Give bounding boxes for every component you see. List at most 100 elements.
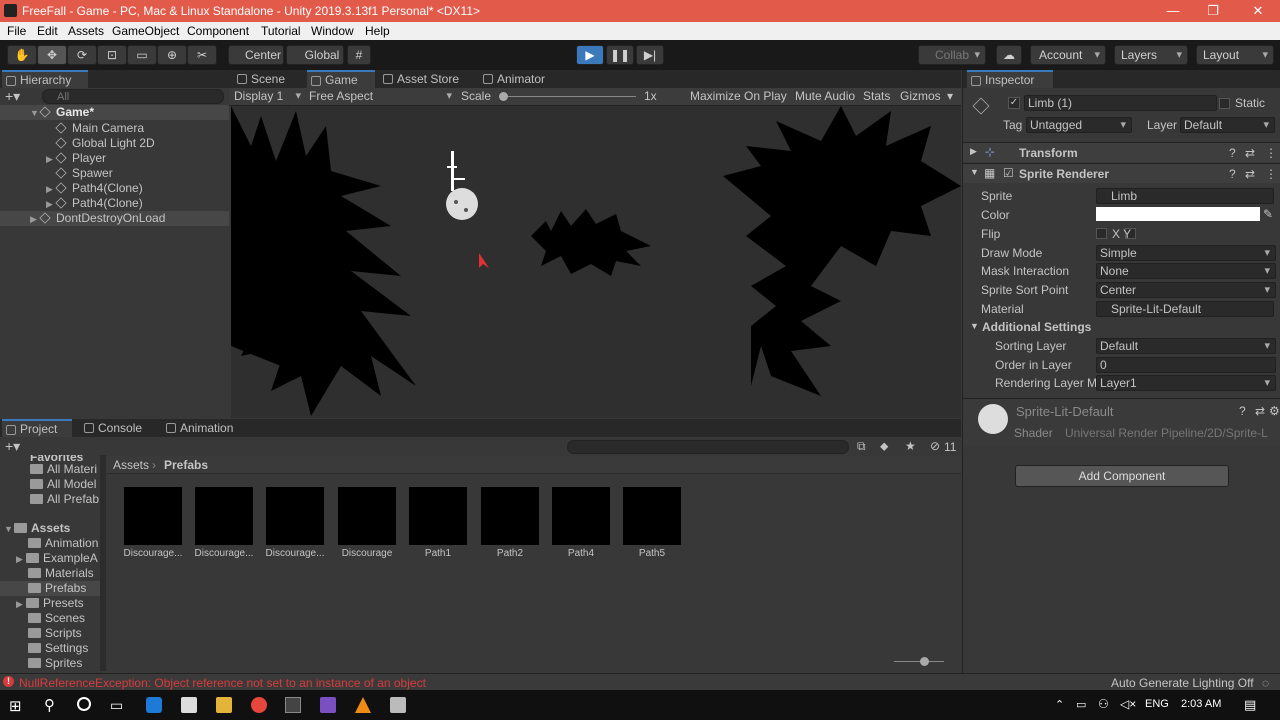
- tab-animator[interactable]: Animator: [479, 70, 559, 88]
- layer-dropdown[interactable]: Default: [1180, 117, 1275, 133]
- maximize-on-play-toggle[interactable]: Maximize On Play: [690, 89, 787, 103]
- folder-tree-scrollbar[interactable]: [100, 455, 106, 671]
- additional-settings-foldout[interactable]: Additional Settings: [982, 320, 1091, 334]
- sprite-renderer-enabled-checkbox[interactable]: ☑: [1003, 166, 1014, 180]
- folder-item[interactable]: Materials: [28, 566, 94, 581]
- shader-value[interactable]: Universal Render Pipeline/2D/Sprite-L: [1065, 426, 1277, 440]
- volume-icon[interactable]: ◁×: [1120, 697, 1136, 711]
- chrome-icon[interactable]: [251, 697, 267, 713]
- folder-item[interactable]: Scenes: [28, 611, 85, 626]
- folder-item[interactable]: Settings: [28, 641, 88, 656]
- minimize-icon[interactable]: —: [1163, 3, 1183, 18]
- store-taskbar-icon[interactable]: [181, 697, 197, 713]
- sprite-renderer-header[interactable]: ▼ ▦ ☑ Sprite Renderer ? ⇄ ⋮: [963, 163, 1280, 183]
- thumbnail-size-thumb[interactable]: [920, 657, 929, 666]
- assets-root[interactable]: ▼ Assets: [4, 521, 70, 536]
- language-indicator[interactable]: ENG: [1145, 698, 1169, 710]
- eyedropper-icon[interactable]: ✎: [1263, 207, 1273, 221]
- edge-icon[interactable]: [146, 697, 162, 713]
- task-view-icon[interactable]: ▭: [110, 697, 123, 714]
- rect-tool-icon[interactable]: ▭: [127, 45, 157, 65]
- prefab-thumbnail[interactable]: [195, 487, 253, 545]
- rotate-tool-icon[interactable]: ⟳: [67, 45, 97, 65]
- add-component-button[interactable]: Add Component: [1015, 465, 1229, 487]
- sprite-field[interactable]: Limb: [1096, 188, 1274, 204]
- menu-tutorial[interactable]: Tutorial: [261, 24, 301, 38]
- folder-item[interactable]: Animation: [28, 536, 98, 551]
- display-dropdown[interactable]: Display 1: [234, 89, 306, 103]
- prefab-thumbnail[interactable]: [481, 487, 539, 545]
- notifications-icon[interactable]: ▤: [1244, 697, 1256, 713]
- scene-row-game[interactable]: ▼ Game*: [0, 105, 229, 120]
- active-checkbox[interactable]: ✓: [1008, 97, 1020, 109]
- visual-studio-icon[interactable]: [320, 697, 336, 713]
- gizmos-arrow-icon[interactable]: ▾: [947, 89, 953, 103]
- lighting-status[interactable]: Auto Generate Lighting Off: [1111, 676, 1254, 690]
- help-icon[interactable]: ?: [1229, 146, 1236, 160]
- menu-component[interactable]: Component: [187, 24, 249, 38]
- add-icon[interactable]: +▾: [5, 88, 20, 105]
- hierarchy-item[interactable]: ▶ Path4(Clone): [46, 181, 143, 196]
- help-icon[interactable]: ?: [1239, 404, 1246, 418]
- tab-console[interactable]: Console: [80, 419, 156, 437]
- menu-edit[interactable]: Edit: [37, 24, 58, 38]
- hierarchy-item[interactable]: Main Camera: [55, 121, 144, 136]
- play-button[interactable]: ▶: [576, 45, 604, 65]
- component-menu-icon[interactable]: ⋮: [1265, 167, 1277, 181]
- account-dropdown[interactable]: Account: [1030, 45, 1106, 65]
- preset-icon[interactable]: ⇄: [1245, 146, 1255, 160]
- status-error-message[interactable]: NullReferenceException: Object reference…: [19, 676, 426, 690]
- tab-game[interactable]: Game: [307, 70, 375, 88]
- gear-icon[interactable]: ⚙: [1269, 404, 1280, 418]
- mask-interaction-dropdown[interactable]: None: [1096, 263, 1276, 279]
- tab-hierarchy[interactable]: Hierarchy: [2, 70, 88, 88]
- scale-slider-thumb[interactable]: [499, 92, 508, 101]
- preset-icon[interactable]: ⇄: [1255, 404, 1265, 418]
- hierarchy-search-input[interactable]: [42, 89, 224, 104]
- network-icon[interactable]: ⚇: [1098, 697, 1109, 711]
- folder-item[interactable]: ▶ ExampleA: [16, 551, 98, 566]
- tray-chevron-icon[interactable]: ⌃: [1055, 698, 1064, 711]
- tab-asset-store[interactable]: Asset Store: [379, 70, 463, 88]
- prefab-thumbnail[interactable]: [338, 487, 396, 545]
- project-search-input[interactable]: [567, 440, 849, 454]
- hierarchy-item[interactable]: Global Light 2D: [55, 136, 155, 151]
- grid-snap-icon[interactable]: #: [347, 45, 371, 65]
- collab-dropdown[interactable]: Collab: [918, 45, 986, 65]
- tag-dropdown[interactable]: Untagged: [1026, 117, 1132, 133]
- battery-icon[interactable]: ▭: [1076, 698, 1086, 711]
- space-global-button[interactable]: Global: [286, 45, 344, 65]
- menu-window[interactable]: Window: [311, 24, 354, 38]
- scene-row-dontdestroy[interactable]: ▶ DontDestroyOnLoad: [0, 211, 229, 226]
- close-icon[interactable]: ✕: [1248, 3, 1268, 19]
- transform-tool-icon[interactable]: ⊕: [157, 45, 187, 65]
- folder-item[interactable]: Scripts: [28, 626, 82, 641]
- hand-tool-icon[interactable]: ✋: [7, 45, 37, 65]
- hierarchy-item[interactable]: ▶ Player: [46, 151, 106, 166]
- file-explorer-icon[interactable]: [216, 697, 232, 713]
- filter-type-icon[interactable]: ⧉: [857, 439, 866, 454]
- menu-file[interactable]: File: [7, 24, 26, 38]
- pivot-center-button[interactable]: Center: [228, 45, 284, 65]
- prefab-thumbnail[interactable]: [124, 487, 182, 545]
- prefab-thumbnail[interactable]: [623, 487, 681, 545]
- folder-item[interactable]: Sprites: [28, 656, 82, 671]
- layers-dropdown[interactable]: Layers: [1114, 45, 1188, 65]
- preset-icon[interactable]: ⇄: [1245, 167, 1255, 181]
- color-swatch[interactable]: [1096, 207, 1260, 221]
- stats-toggle[interactable]: Stats: [863, 89, 890, 103]
- windows-start-icon[interactable]: ⊞: [9, 697, 22, 715]
- folder-item-selected[interactable]: Prefabs: [0, 581, 100, 596]
- step-button[interactable]: ▶|: [636, 45, 664, 65]
- favorite-item[interactable]: All Prefab: [30, 492, 99, 507]
- material-field[interactable]: Sprite-Lit-Default: [1096, 301, 1274, 317]
- prefab-thumbnail[interactable]: [409, 487, 467, 545]
- transform-header[interactable]: ▶ ⊹ Transform ? ⇄ ⋮: [963, 142, 1280, 162]
- prefab-thumbnail[interactable]: [552, 487, 610, 545]
- search-icon[interactable]: ⚲: [44, 696, 55, 714]
- rendering-layer-dropdown[interactable]: Layer1: [1096, 375, 1276, 391]
- aspect-dropdown[interactable]: Free Aspect: [309, 89, 457, 103]
- move-tool-icon[interactable]: ✥: [37, 45, 67, 65]
- tab-project[interactable]: Project: [2, 419, 72, 437]
- maximize-icon[interactable]: ❐: [1203, 3, 1223, 19]
